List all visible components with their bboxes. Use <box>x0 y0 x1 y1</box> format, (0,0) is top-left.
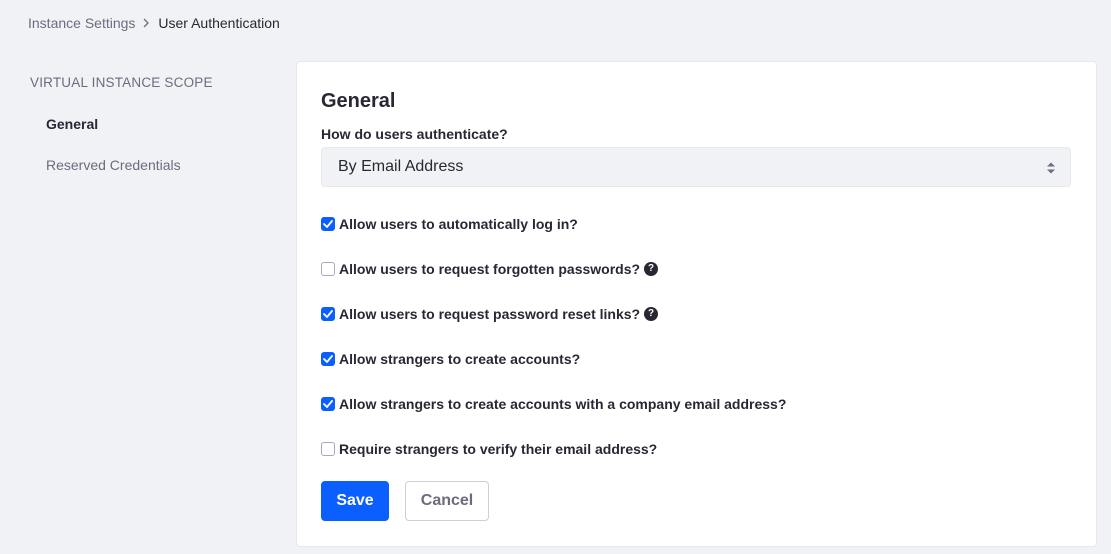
checkbox-label-forgotten-passwords[interactable]: Allow users to request forgotten passwor… <box>339 261 640 277</box>
checkbox-strangers-company-email[interactable] <box>321 397 335 411</box>
settings-card: General How do users authenticate? By Em… <box>296 61 1097 547</box>
checkbox-label-strangers-company-email[interactable]: Allow strangers to create accounts with … <box>339 396 786 412</box>
option-row-verify-email: Require strangers to verify their email … <box>321 440 657 458</box>
checkbox-strangers-create-accounts[interactable] <box>321 352 335 366</box>
side-nav-item-reserved-credentials[interactable]: Reserved Credentials <box>46 156 181 174</box>
save-button[interactable]: Save <box>321 481 389 521</box>
checkbox-label-strangers-create-accounts[interactable]: Allow strangers to create accounts? <box>339 351 580 367</box>
caret-double-icon <box>1047 162 1055 174</box>
option-row-strangers-company-email: Allow strangers to create accounts with … <box>321 395 786 413</box>
question-circle-icon[interactable]: ? <box>644 307 659 321</box>
side-nav-header: VIRTUAL INSTANCE SCOPE <box>30 75 213 90</box>
auth-method-select-value: By Email Address <box>338 158 464 175</box>
auth-method-label: How do users authenticate? <box>321 126 508 142</box>
checkbox-auto-login[interactable] <box>321 217 335 231</box>
check-icon <box>323 310 333 318</box>
checkbox-password-reset-links[interactable] <box>321 307 335 321</box>
help-glyph: ? <box>648 308 655 319</box>
checkbox-verify-email[interactable] <box>321 442 335 456</box>
breadcrumb-current: User Authentication <box>158 15 280 31</box>
chevron-right-icon <box>142 18 150 28</box>
breadcrumb-link-instance-settings[interactable]: Instance Settings <box>28 15 135 31</box>
option-row-auto-login: Allow users to automatically log in? <box>321 215 578 233</box>
checkbox-label-verify-email[interactable]: Require strangers to verify their email … <box>339 441 657 457</box>
option-row-forgotten-passwords: Allow users to request forgotten passwor… <box>321 260 659 278</box>
checkbox-forgotten-passwords[interactable] <box>321 262 335 276</box>
option-row-password-reset-links: Allow users to request password reset li… <box>321 305 659 323</box>
breadcrumb: Instance Settings User Authentication <box>28 14 280 32</box>
option-row-strangers-create-accounts: Allow strangers to create accounts? <box>321 350 580 368</box>
question-circle-icon[interactable]: ? <box>644 262 659 276</box>
checkbox-label-password-reset-links[interactable]: Allow users to request password reset li… <box>339 306 640 322</box>
help-glyph: ? <box>647 263 655 274</box>
side-nav-item-general[interactable]: General <box>46 115 98 133</box>
page-title: General <box>321 90 396 112</box>
check-icon <box>323 220 333 228</box>
side-nav: VIRTUAL INSTANCE SCOPE General Reserved … <box>30 74 270 173</box>
checkbox-label-auto-login[interactable]: Allow users to automatically log in? <box>339 216 578 232</box>
auth-method-select[interactable]: By Email Address <box>321 147 1071 187</box>
check-icon <box>323 355 333 363</box>
cancel-button[interactable]: Cancel <box>405 481 489 521</box>
check-icon <box>323 400 333 408</box>
